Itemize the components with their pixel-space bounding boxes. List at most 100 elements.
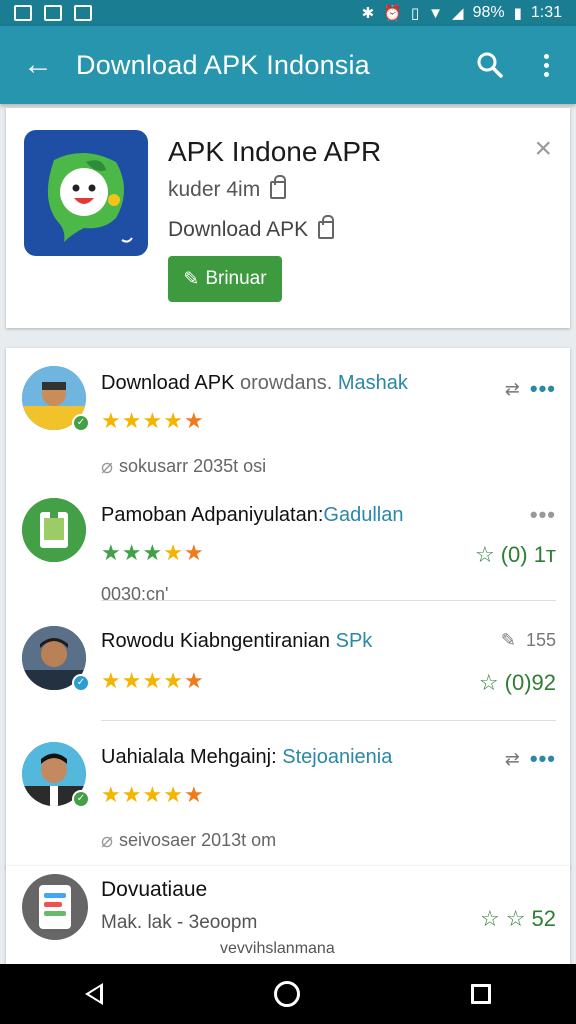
search-icon[interactable] [464,51,516,79]
lock-icon [318,215,335,239]
star-icon: ★ [142,540,164,565]
item-actions: ⇄ ••• [505,746,556,772]
share-icon[interactable]: ⇄ [505,749,520,770]
close-icon[interactable]: × [534,134,552,164]
notification-icons [14,5,92,21]
verified-badge-icon: ✓ [72,674,90,692]
star-icon: ★ [121,408,143,433]
category-text: Download APK [168,218,309,241]
nav-recents-icon[interactable] [470,984,491,1004]
lock-icon [270,175,287,199]
back-arrow-icon[interactable]: ← [0,50,76,80]
bottom-app-card[interactable]: Dovuatiaue Mak. lak - 3eoopm vevvihslanm… [6,866,570,964]
bluetooth-icon: ✱ [361,5,375,22]
status-bar: ✱ ⏰ ▯ ▼ ◢ 98% ▮ 1:31 [0,0,576,26]
star-icon: ★ [163,540,184,565]
star-icon: ★ [142,408,164,433]
list-item[interactable]: ✓ Uahialala Mehgainj: Stejoanienia ★★★★★… [6,740,570,860]
vibrate-icon: ▯ [410,5,420,22]
rating-stars: ★★★★★ [101,668,205,694]
app-developer: kuder 4im [168,175,287,202]
avatar: ✓ [22,366,90,432]
gallery-notification-icon [44,5,62,21]
app-title: APK Indone APR [168,136,382,167]
item-actions: ✎ 155 [501,630,556,651]
app-logo-icon [24,130,148,256]
item-meta: ⌀ sokusarr 2035t osi [101,456,267,478]
message-notification-icon [74,5,92,21]
image-notification-icon [14,5,32,21]
star-icon: ★ [163,408,184,433]
more-icon[interactable]: ••• [530,376,556,402]
system-navigation-bar [0,964,576,1024]
signal-icon: ◢ [452,5,464,22]
rating-stars: ★★★★★ [101,408,205,434]
edit-icon[interactable]: ✎ [501,630,516,651]
app-icon [22,874,88,940]
nav-home-icon[interactable] [273,981,300,1007]
item-actions: ⇄ ••• [505,376,556,402]
item-rating: ☆ ☆ 52 [480,906,556,931]
install-label: Brinuar [205,268,267,289]
item-meta: 0030:cn' [101,584,169,604]
star-icon: ★ [101,408,122,433]
star-icon: ★ [142,668,164,693]
star-icon: ★ [101,782,122,807]
system-icons: ✱ ⏰ ▯ ▼ ◢ 98% ▮ 1:31 [362,4,562,22]
side-count: 155 [525,630,556,650]
list-item[interactable]: ✓ Rowodu Kiabngentiranian SPk ★★★★★ ✎ 15… [6,624,570,728]
item-meta: ⌀ seivosaer 2013t om [101,830,277,852]
rating-stars: ★★★★★ [101,540,205,566]
item-actions: ••• [530,502,556,528]
tag-icon: ⌀ [101,456,114,478]
star-icon: ★ [101,540,122,565]
list-item[interactable]: Pamoban Adpaniyulatan:Gadullan ★★★★★ 003… [6,494,570,614]
wifi-icon: ▼ [428,4,444,22]
star-icon: ★ [183,782,205,807]
avatar: ✓ [22,742,90,808]
star-outline-icon: ☆ [474,542,495,567]
item-title: Uahialala Mehgainj: Stejoanienia [101,746,393,768]
star-icon: ★ [183,668,205,693]
star-outline-icon: ☆ [505,906,526,931]
page-title: Download APK Indonsia [76,49,370,80]
featured-app-card[interactable]: APK Indone APR kuder 4im Download APK ✎ … [6,108,570,328]
item-title: Rowodu Kiabngentiranian SPk [101,630,373,652]
star-outline-icon: ☆ [478,670,499,695]
item-rating: ☆ (0) 1т [474,542,556,567]
divider [101,720,556,721]
avatar: ✓ [22,626,90,692]
item-title: Pamoban Adpaniyulatan:Gadullan [101,504,404,526]
star-icon: ★ [121,668,143,693]
alarm-icon: ⏰ [383,5,402,22]
star-icon: ★ [183,408,205,433]
clock: 1:31 [530,4,562,21]
list-item[interactable]: ✓ Download APK orowdans. Mashak ★★★★★ ⌀ … [6,362,570,482]
nav-back-icon[interactable] [85,983,104,1005]
rating-stars: ★★★★★ [101,782,205,808]
app-bar: ← Download APK Indonsia [0,26,576,104]
star-icon: ★ [163,782,184,807]
app-list: ✓ Download APK orowdans. Mashak ★★★★★ ⌀ … [6,348,570,868]
star-icon: ★ [142,782,164,807]
overflow-menu-icon[interactable] [516,53,576,77]
divider [101,600,556,601]
install-button[interactable]: ✎ Brinuar [168,256,282,302]
share-icon[interactable]: ⇄ [505,379,520,400]
star-outline-icon: ☆ [480,906,500,931]
item-title: Download APK orowdans. Mashak [101,372,408,394]
star-icon: ★ [101,668,122,693]
star-icon: ★ [183,540,205,565]
avatar [22,498,86,562]
more-icon[interactable]: ••• [530,746,556,772]
verified-badge-icon: ✓ [72,790,90,808]
verified-badge-icon: ✓ [72,414,90,432]
wrench-icon: ✎ [183,268,200,290]
more-icon[interactable]: ••• [530,502,556,528]
developer-text: kuder 4im [168,178,261,201]
tag-icon: ⌀ [101,830,114,852]
star-icon: ★ [163,668,184,693]
item-subtitle: Mak. lak - 3eoopm [101,912,258,933]
star-icon: ★ [121,540,143,565]
item-title: Dovuatiaue [101,878,208,901]
